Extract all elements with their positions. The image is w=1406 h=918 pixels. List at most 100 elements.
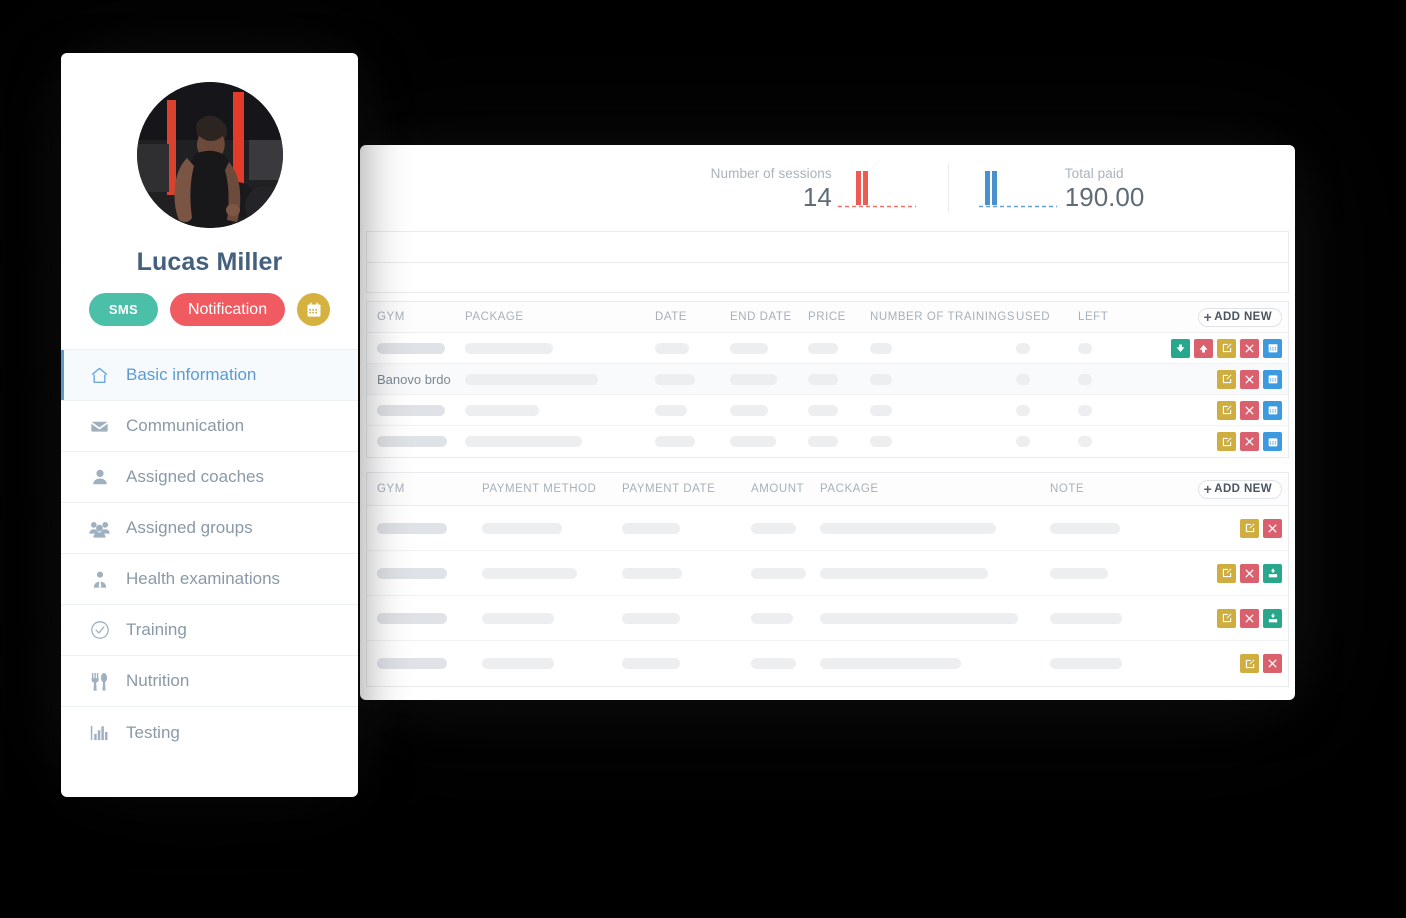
calendar-button[interactable] — [1263, 338, 1282, 358]
skeleton-trainings — [870, 404, 892, 416]
edit-button[interactable] — [1240, 518, 1259, 538]
profile-action-badges: SMS Notification — [61, 293, 358, 349]
skeleton-date — [655, 373, 695, 385]
delete-button[interactable] — [1263, 654, 1282, 673]
col-used: USED — [1016, 311, 1051, 323]
sidebar-item-label: Assigned coaches — [126, 467, 264, 486]
table-row[interactable] — [367, 596, 1288, 641]
calendar-button[interactable] — [1263, 400, 1282, 420]
table-row[interactable] — [367, 641, 1288, 686]
main-content-panel: Number of sessions 14 Total paid 190.00 … — [360, 145, 1295, 700]
edit-button[interactable] — [1240, 654, 1259, 673]
packages-table-header: GYM PACKAGE DATE END DATE PRICE NUMBER O… — [367, 302, 1288, 333]
sidebar-item-label: Communication — [126, 416, 245, 435]
sidebar-item-communication[interactable]: Communication — [61, 401, 358, 452]
calendar-button[interactable] — [1263, 432, 1282, 451]
skeleton-package — [820, 522, 996, 534]
skeleton-date — [655, 342, 689, 354]
page-title: Lucas Miller — [136, 248, 283, 276]
row-actions — [1240, 518, 1282, 538]
skeleton-payment-date — [622, 522, 680, 534]
col-package: PACKAGE — [465, 311, 524, 323]
skeleton-gym — [377, 612, 447, 624]
notification-button[interactable]: Notification — [169, 293, 286, 326]
skeleton-date — [655, 404, 687, 416]
skeleton-used — [1016, 404, 1030, 416]
edit-button[interactable] — [1217, 338, 1236, 358]
payments-table-header: GYM PAYMENT METHOD PAYMENT DATE AMOUNT P… — [367, 473, 1288, 506]
delete-button[interactable] — [1240, 432, 1259, 451]
sidebar-item-assigned-groups[interactable]: Assigned groups — [61, 503, 358, 554]
sidebar-item-health-examinations[interactable]: Health examinations — [61, 554, 358, 605]
delete-button[interactable] — [1240, 608, 1259, 628]
edit-button[interactable] — [1217, 369, 1236, 389]
skeleton-price — [808, 404, 838, 416]
skeleton-trainings — [870, 436, 892, 447]
payments-add-new-button[interactable]: + ADD NEW — [1197, 479, 1282, 499]
gym-name: Banovo brdo — [377, 371, 451, 387]
edit-button[interactable] — [1217, 432, 1236, 451]
delete-button[interactable] — [1240, 338, 1259, 358]
delete-button[interactable] — [1240, 369, 1259, 389]
skeleton-note — [1050, 658, 1122, 669]
sidebar-menu: Basic information Communication Assigned… — [61, 349, 358, 758]
move-up-button[interactable] — [1194, 338, 1213, 358]
skeleton-package — [820, 567, 988, 579]
skeleton-package — [820, 658, 961, 669]
skeleton-payment-method — [482, 567, 577, 579]
users-icon — [89, 519, 110, 538]
sidebar-item-training[interactable]: Training — [61, 605, 358, 656]
delete-button[interactable] — [1263, 518, 1282, 538]
paid-sparkline-chart — [978, 165, 1059, 211]
plus-icon: + — [1203, 309, 1213, 325]
sidebar-item-label: Nutrition — [126, 671, 190, 690]
calendar-icon[interactable] — [297, 293, 331, 326]
edit-button[interactable] — [1217, 400, 1236, 420]
table-row[interactable] — [367, 506, 1288, 551]
move-down-button[interactable] — [1171, 338, 1190, 358]
edit-button[interactable] — [1217, 563, 1236, 583]
table-row[interactable] — [367, 551, 1288, 596]
sidebar-item-testing[interactable]: Testing — [61, 707, 358, 758]
sidebar-item-assigned-coaches[interactable]: Assigned coaches — [61, 452, 358, 503]
sidebar-item-label: Training — [126, 620, 187, 639]
plus-icon: + — [1203, 481, 1213, 497]
profile-sidebar-card: Lucas Miller SMS Notification Basic info… — [61, 53, 358, 797]
download-button[interactable] — [1263, 608, 1282, 628]
avatar — [136, 82, 283, 228]
col-trainings: NUMBER OF TRAININGS — [870, 311, 1016, 323]
skeleton-payment-date — [622, 567, 682, 579]
skeleton-amount — [751, 522, 796, 534]
row-actions — [1217, 369, 1282, 389]
edit-button[interactable] — [1217, 608, 1236, 628]
skeleton-end-date — [730, 404, 768, 416]
table-row[interactable]: Banovo brdo — [367, 364, 1288, 395]
delete-button[interactable] — [1240, 400, 1259, 420]
download-button[interactable] — [1263, 563, 1282, 583]
packages-add-new-button[interactable]: + ADD NEW — [1197, 307, 1282, 327]
paid-value: 190.00 — [1064, 181, 1145, 212]
col-date: DATE — [655, 311, 688, 323]
sms-button[interactable]: SMS — [88, 293, 158, 326]
skeleton-price — [808, 373, 838, 385]
row-actions — [1240, 654, 1282, 673]
table-row[interactable] — [367, 426, 1288, 457]
skeleton-note — [1050, 522, 1120, 534]
col-end-date: END DATE — [730, 311, 792, 323]
sidebar-item-nutrition[interactable]: Nutrition — [61, 656, 358, 707]
sessions-sparkline-chart — [837, 165, 918, 211]
skeleton-package — [465, 373, 598, 385]
sidebar-item-basic-information[interactable]: Basic information — [61, 350, 358, 401]
delete-button[interactable] — [1240, 563, 1259, 583]
table-row[interactable] — [367, 395, 1288, 426]
row-actions — [1171, 338, 1282, 358]
skeleton-gym — [377, 658, 447, 669]
calendar-button[interactable] — [1263, 369, 1282, 389]
skeleton-trainings — [870, 342, 892, 354]
skeleton-payment-method — [482, 658, 554, 669]
row-actions — [1217, 563, 1282, 583]
table-row[interactable] — [367, 333, 1288, 364]
skeleton-trainings — [870, 373, 892, 385]
row-actions — [1217, 400, 1282, 420]
skeleton-used — [1016, 373, 1030, 385]
